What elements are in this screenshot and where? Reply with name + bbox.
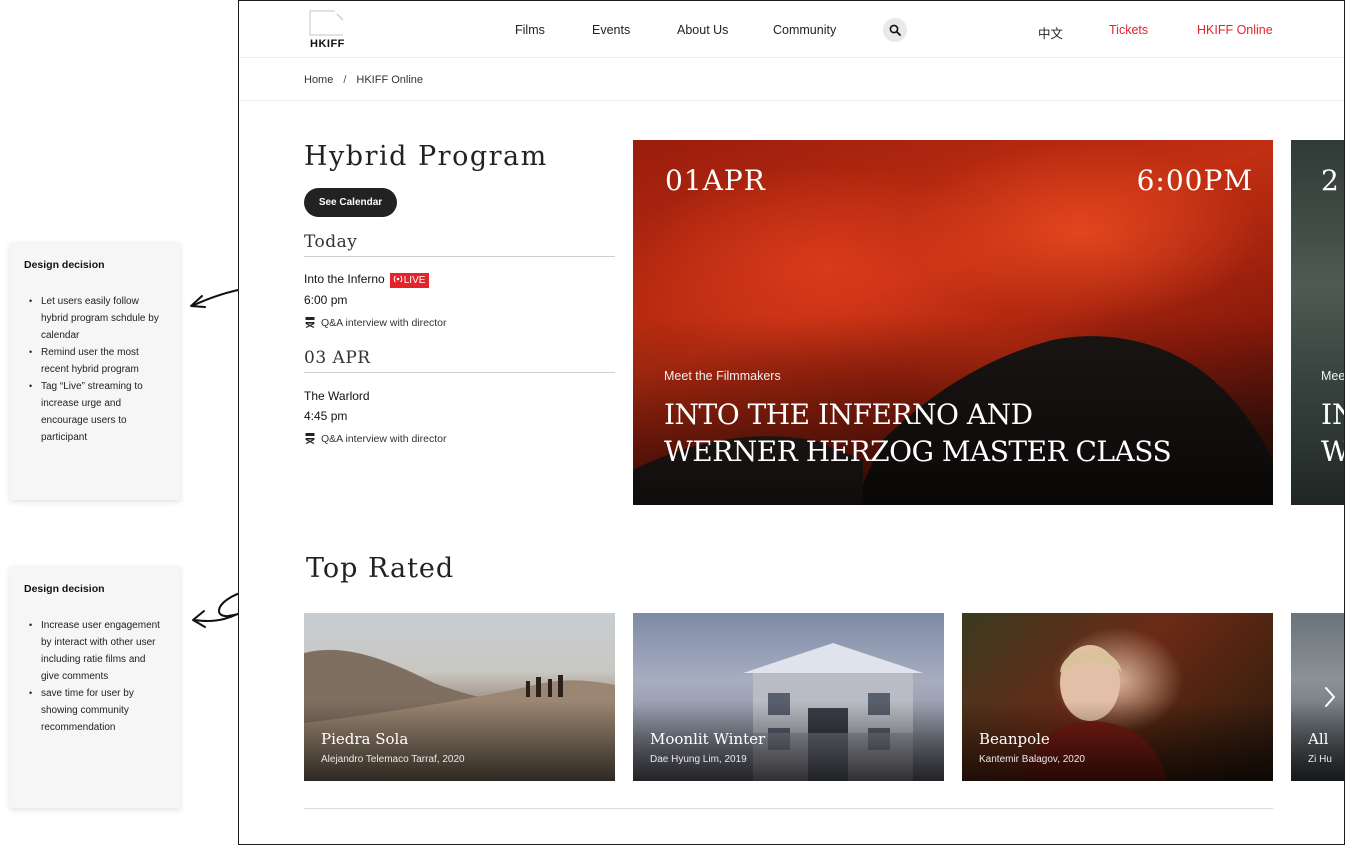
top-rated-title: Top Rated	[306, 553, 455, 584]
note-title: Design decision	[24, 259, 105, 271]
divider	[304, 256, 615, 257]
site-header: HKIFF Films Events About Us Community 中文…	[239, 1, 1344, 58]
event-meta: Q&A interview with director	[304, 316, 446, 329]
breadcrumb-home[interactable]: Home	[304, 74, 333, 86]
film-credit: Dae Hyung Lim, 2019	[650, 754, 747, 765]
breadcrumb-separator: /	[343, 74, 347, 86]
day-heading-03-apr: 03 APR	[304, 348, 371, 368]
hero-date: 01APR	[665, 164, 766, 197]
event-time: 4:45 pm	[304, 409, 348, 423]
nav-films[interactable]: Films	[515, 23, 545, 37]
nav-events[interactable]: Events	[592, 23, 630, 37]
breadcrumb: Home / HKIFF Online	[304, 74, 423, 86]
day-heading-today: Today	[304, 232, 358, 252]
event-time: 6:00 pm	[304, 293, 348, 307]
director-chair-icon	[305, 433, 315, 445]
film-title: Moonlit Winter	[650, 730, 766, 748]
chevron-right-icon[interactable]	[1323, 685, 1337, 709]
hero-kicker: Mee	[1321, 369, 1345, 383]
tickets-link[interactable]: Tickets	[1109, 23, 1148, 37]
note-item: Let users easily follow hybrid program s…	[24, 293, 166, 344]
website-frame: HKIFF Films Events About Us Community 中文…	[238, 0, 1345, 845]
film-card-moonlit-winter[interactable]: Moonlit Winter Dae Hyung Lim, 2019	[633, 613, 944, 781]
hero-next-slide[interactable]: 2 Mee IN W	[1291, 140, 1345, 505]
note-item: Increase user engagement by interact wit…	[24, 617, 166, 685]
event-meta-text: Q&A interview with director	[321, 317, 447, 329]
event-title-text: Into the Inferno	[304, 272, 385, 286]
note-list: Let users easily follow hybrid program s…	[24, 293, 166, 446]
film-title: All	[1308, 730, 1329, 748]
logo-text: HKIFF	[310, 38, 345, 50]
hero-time: 6:00PM	[1136, 164, 1253, 197]
nav-community[interactable]: Community	[773, 23, 836, 37]
design-note-top-rated: Design decision Increase user engagement…	[10, 566, 180, 808]
breadcrumb-current: HKIFF Online	[356, 74, 424, 86]
event-title[interactable]: Into the Inferno LIVE	[304, 272, 430, 288]
event-title[interactable]: The Warlord	[304, 389, 370, 403]
hero-title: INTO THE INFERNO AND WERNER HERZOG MASTE…	[664, 396, 1264, 470]
director-chair-icon	[305, 317, 315, 329]
film-credit: Zi Hu	[1308, 754, 1332, 765]
divider	[239, 100, 1344, 101]
live-broadcast-icon	[393, 275, 403, 283]
hero-title-line: INTO THE INFERNO AND	[664, 398, 1033, 431]
hero-title-line: W	[1321, 433, 1344, 470]
divider	[304, 372, 615, 373]
live-badge-text: LIVE	[403, 275, 426, 286]
film-card-beanpole[interactable]: Beanpole Kantemir Balagov, 2020	[962, 613, 1273, 781]
hero-title-line: WERNER HERZOG MASTER CLASS	[664, 435, 1172, 468]
note-title: Design decision	[24, 583, 105, 595]
film-credit: Kantemir Balagov, 2020	[979, 754, 1085, 765]
note-list: Increase user engagement by interact wit…	[24, 617, 166, 736]
film-card-piedra-sola[interactable]: Piedra Sola Alejandro Telemaco Tarraf, 2…	[304, 613, 615, 781]
hero-title-line: IN	[1321, 398, 1344, 431]
hkiff-online-link[interactable]: HKIFF Online	[1197, 23, 1273, 37]
hkiff-logo[interactable]: HKIFF	[309, 10, 349, 52]
hero-date: 2	[1321, 164, 1339, 197]
hero-banner[interactable]: 01APR 6:00PM Meet the Filmmakers INTO TH…	[633, 140, 1273, 505]
see-calendar-button[interactable]: See Calendar	[304, 188, 397, 217]
note-item: save time for user by showing community …	[24, 685, 166, 736]
nav-about-us[interactable]: About Us	[677, 23, 728, 37]
design-note-hybrid: Design decision Let users easily follow …	[10, 242, 180, 500]
film-title: Beanpole	[979, 730, 1050, 748]
event-meta-text: Q&A interview with director	[321, 433, 447, 445]
note-item: Remind user the most recent hybrid progr…	[24, 344, 166, 378]
hkiff-logo-icon	[309, 10, 344, 36]
note-item: Tag “Live” streaming to increase urge an…	[24, 378, 166, 446]
live-badge: LIVE	[389, 273, 430, 288]
language-toggle[interactable]: 中文	[1038, 23, 1063, 42]
divider	[304, 808, 1273, 809]
search-button[interactable]	[883, 18, 907, 42]
film-credit: Alejandro Telemaco Tarraf, 2020	[321, 754, 465, 765]
search-icon	[889, 24, 901, 36]
film-title: Piedra Sola	[321, 730, 409, 748]
hybrid-program-title: Hybrid Program	[304, 141, 548, 172]
hero-title: IN W	[1321, 396, 1344, 470]
hero-kicker: Meet the Filmmakers	[664, 369, 781, 383]
event-meta: Q&A interview with director	[304, 432, 446, 445]
